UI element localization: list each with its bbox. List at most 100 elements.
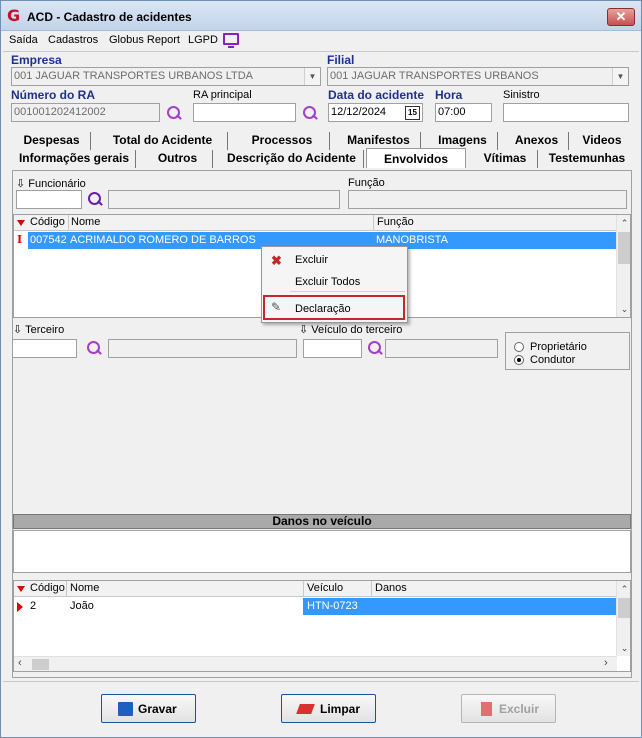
cell-codigo: 007542	[28, 232, 68, 249]
horizontal-scrollbar[interactable]: ‹ ›	[14, 656, 617, 671]
trash-icon	[481, 702, 492, 716]
calendar-icon[interactable]: 15	[405, 106, 420, 120]
col-codigo[interactable]: Código	[30, 582, 65, 594]
vertical-scrollbar[interactable]: ⌃ ⌄	[616, 581, 630, 656]
menu-lgpd[interactable]: LGPD	[188, 34, 218, 46]
radio-condutor[interactable]	[514, 355, 524, 365]
scroll-left-icon[interactable]: ‹	[18, 657, 22, 669]
scroll-down-icon[interactable]: ⌄	[617, 302, 630, 316]
ra-principal-label: RA principal	[193, 89, 252, 101]
tab-envolvidos[interactable]: Envolvidos	[366, 148, 466, 168]
terceiro-code-field[interactable]	[12, 339, 77, 358]
data-acidente-field[interactable]: 12/12/2024 15	[328, 103, 423, 122]
numero-ra-label: Número do RA	[11, 88, 95, 102]
app-logo-icon: G	[7, 6, 21, 25]
data-acidente-label: Data do acidente	[328, 88, 425, 102]
radio-proprietario-label[interactable]: Proprietário	[530, 341, 587, 353]
vertical-scrollbar[interactable]: ⌃ ⌄	[616, 215, 630, 317]
col-funcao[interactable]: Função	[377, 216, 414, 228]
radio-condutor-label[interactable]: Condutor	[530, 354, 575, 366]
sort-icon	[17, 220, 25, 226]
col-nome[interactable]: Nome	[71, 216, 100, 228]
chevron-down-icon[interactable]: ▼	[612, 68, 628, 85]
veiculo-name-field	[385, 339, 498, 358]
tab-videos[interactable]: Videos	[576, 132, 628, 150]
tab-descricao-acidente[interactable]: Descrição do Acidente	[220, 150, 364, 168]
sinistro-label: Sinistro	[503, 89, 540, 101]
col-veiculo[interactable]: Veículo	[307, 582, 343, 594]
search-icon[interactable]	[86, 340, 102, 356]
funcionario-label-text: Funcionário	[28, 178, 86, 190]
empresa-select[interactable]: 001 JAGUAR TRANSPORTES URBANOS LTDA ▼	[11, 67, 321, 86]
tab-outros[interactable]: Outros	[143, 150, 213, 168]
tab-anexos[interactable]: Anexos	[505, 132, 569, 150]
cell-danos	[371, 598, 617, 615]
cell-veiculo: HTN-0723	[303, 598, 371, 615]
cell-codigo: 2	[30, 600, 37, 612]
divider	[3, 51, 639, 52]
row-pointer-icon	[17, 602, 23, 612]
tab-processos[interactable]: Processos	[235, 132, 330, 150]
filial-select[interactable]: 001 JAGUAR TRANSPORTES URBANOS ▼	[327, 67, 629, 86]
grid-header: Código Nome Função	[14, 215, 617, 231]
menu-saida[interactable]: Saída	[9, 34, 38, 46]
limpar-label: Limpar	[320, 702, 361, 716]
search-icon[interactable]	[166, 105, 182, 121]
monitor-icon[interactable]	[223, 33, 239, 48]
funcionario-name-field	[108, 190, 340, 209]
excluir-button[interactable]: Excluir	[461, 694, 556, 723]
veiculo-code-field[interactable]	[303, 339, 362, 358]
menu-item-excluir-todos[interactable]: Excluir Todos	[295, 276, 360, 288]
limpar-button[interactable]: Limpar	[281, 694, 376, 723]
divider	[3, 681, 639, 682]
col-separator	[68, 215, 69, 231]
table-row[interactable]: 2 João HTN-0723	[14, 598, 617, 615]
numero-ra-field[interactable]: 001001202412002	[11, 103, 160, 122]
gravar-button[interactable]: Gravar	[101, 694, 196, 723]
tab-total-acidente[interactable]: Total do Acidente	[98, 132, 228, 150]
scroll-up-icon[interactable]: ⌃	[617, 216, 630, 230]
window-title: ACD - Cadastro de acidentes	[27, 10, 192, 24]
col-nome[interactable]: Nome	[70, 582, 99, 594]
col-codigo[interactable]: Código	[30, 216, 65, 228]
search-icon[interactable]	[87, 191, 103, 207]
tipo-groupbox: Proprietário Condutor	[505, 332, 630, 370]
ra-principal-field[interactable]	[193, 103, 296, 122]
scroll-right-icon[interactable]: ›	[604, 657, 608, 669]
danos-title: Danos no veículo	[13, 514, 631, 529]
chevron-down-icon[interactable]: ▼	[304, 68, 320, 85]
menu-globus-report[interactable]: Globus Report	[109, 34, 180, 46]
terceiro-label: ⇩ Terceiro	[13, 324, 65, 336]
funcionario-code-field[interactable]	[16, 190, 82, 209]
excluir-label: Excluir	[499, 702, 540, 716]
sinistro-field[interactable]	[503, 103, 629, 122]
menu-item-excluir[interactable]: Excluir	[295, 254, 328, 266]
tab-despesas[interactable]: Despesas	[13, 132, 91, 150]
danos-textarea[interactable]	[13, 530, 631, 573]
hora-field[interactable]: 07:00	[435, 103, 492, 122]
col-danos[interactable]: Danos	[375, 582, 407, 594]
search-icon[interactable]	[302, 105, 318, 121]
close-button[interactable]: ✕	[607, 8, 635, 26]
empresa-value: 001 JAGUAR TRANSPORTES URBANOS LTDA	[14, 70, 254, 82]
title-bar: G ACD - Cadastro de acidentes ✕	[1, 1, 641, 31]
grid-header: Código Nome Veículo Danos	[14, 581, 617, 597]
tab-testemunhas[interactable]: Testemunhas	[545, 150, 629, 168]
scroll-thumb[interactable]	[32, 659, 49, 670]
scroll-thumb[interactable]	[618, 598, 630, 618]
tab-informacoes-gerais[interactable]: Informações gerais	[13, 150, 136, 168]
search-icon[interactable]	[367, 340, 383, 356]
terceiro-name-field	[108, 339, 297, 358]
menu-cadastros[interactable]: Cadastros	[48, 34, 98, 46]
col-separator	[371, 581, 372, 597]
data-acidente-value: 12/12/2024	[331, 106, 387, 118]
filial-label: Filial	[327, 53, 355, 67]
scroll-down-icon[interactable]: ⌄	[617, 641, 630, 655]
radio-proprietario[interactable]	[514, 342, 524, 352]
col-separator	[373, 215, 374, 231]
col-separator	[303, 581, 304, 597]
tab-vitimas[interactable]: Vítimas	[473, 150, 538, 168]
terceiro-label-text: Terceiro	[25, 324, 65, 336]
scroll-up-icon[interactable]: ⌃	[617, 582, 630, 596]
scroll-thumb[interactable]	[618, 232, 630, 264]
